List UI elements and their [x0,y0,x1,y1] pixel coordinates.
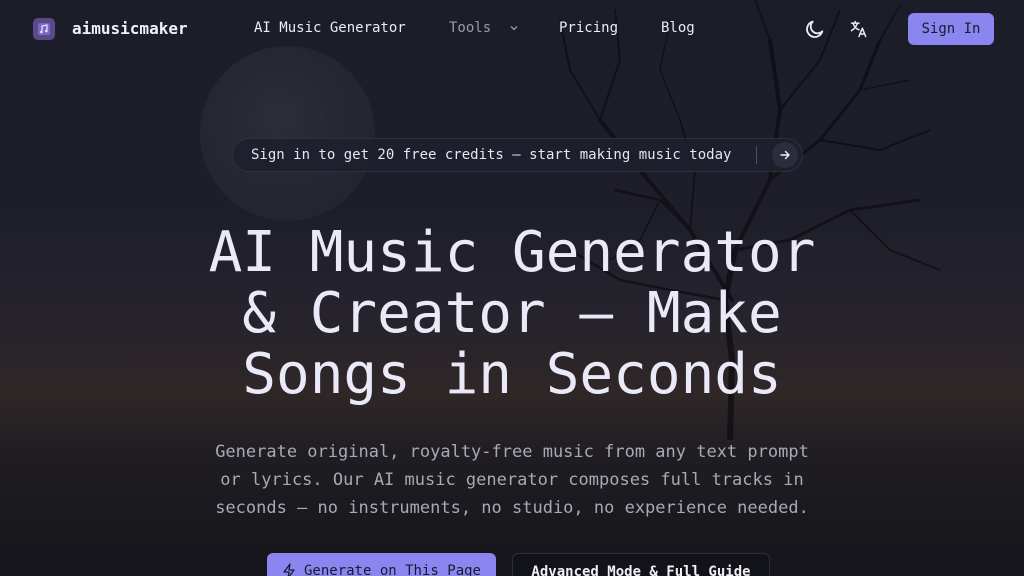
hero-subtitle-line: seconds — no instruments, no studio, no … [215,498,809,518]
hero-title: AI Music Generator & Creator — Make Song… [150,222,874,405]
announcement-arrow-button[interactable] [772,142,798,168]
lightning-icon [283,563,295,576]
hero-subtitle: Generate original, royalty-free music fr… [180,438,844,522]
moon-icon [806,20,824,38]
nav-link-tools[interactable]: Tools [449,20,491,36]
hero-subtitle-line: Generate original, royalty-free music fr… [215,442,809,462]
hero-title-line: & Creator — Make [242,281,782,346]
chevron-down-icon[interactable] [508,22,520,34]
announcement-divider [756,146,757,164]
announcement-text: Sign in to get 20 free credits — start m… [251,147,732,163]
moon-image [200,46,375,221]
translate-icon [850,20,867,38]
theme-toggle-button[interactable] [803,17,827,41]
hero-subtitle-line: or lyrics. Our AI music generator compos… [220,470,804,490]
advanced-mode-button[interactable]: Advanced Mode & Full Guide [512,553,770,576]
brand-name[interactable]: aimusicmaker [72,19,188,38]
nav-link-pricing[interactable]: Pricing [559,20,618,36]
generate-on-page-button[interactable]: Generate on This Page [267,553,496,576]
language-button[interactable] [847,17,871,41]
hero-title-line: AI Music Generator [208,220,816,285]
hero-title-line: Songs in Seconds [242,342,782,407]
arrow-right-icon [780,150,790,160]
nav-link-ai-music-generator[interactable]: AI Music Generator [254,20,406,36]
announcement-banner[interactable]: Sign in to get 20 free credits — start m… [232,138,803,172]
music-note-glyph [38,23,50,35]
music-note-icon[interactable] [33,18,55,40]
sign-in-button[interactable]: Sign In [908,13,994,45]
generate-button-label: Generate on This Page [303,563,481,576]
nav-link-blog[interactable]: Blog [661,20,695,36]
top-navbar: aimusicmaker AI Music Generator Tools Pr… [0,0,1024,60]
